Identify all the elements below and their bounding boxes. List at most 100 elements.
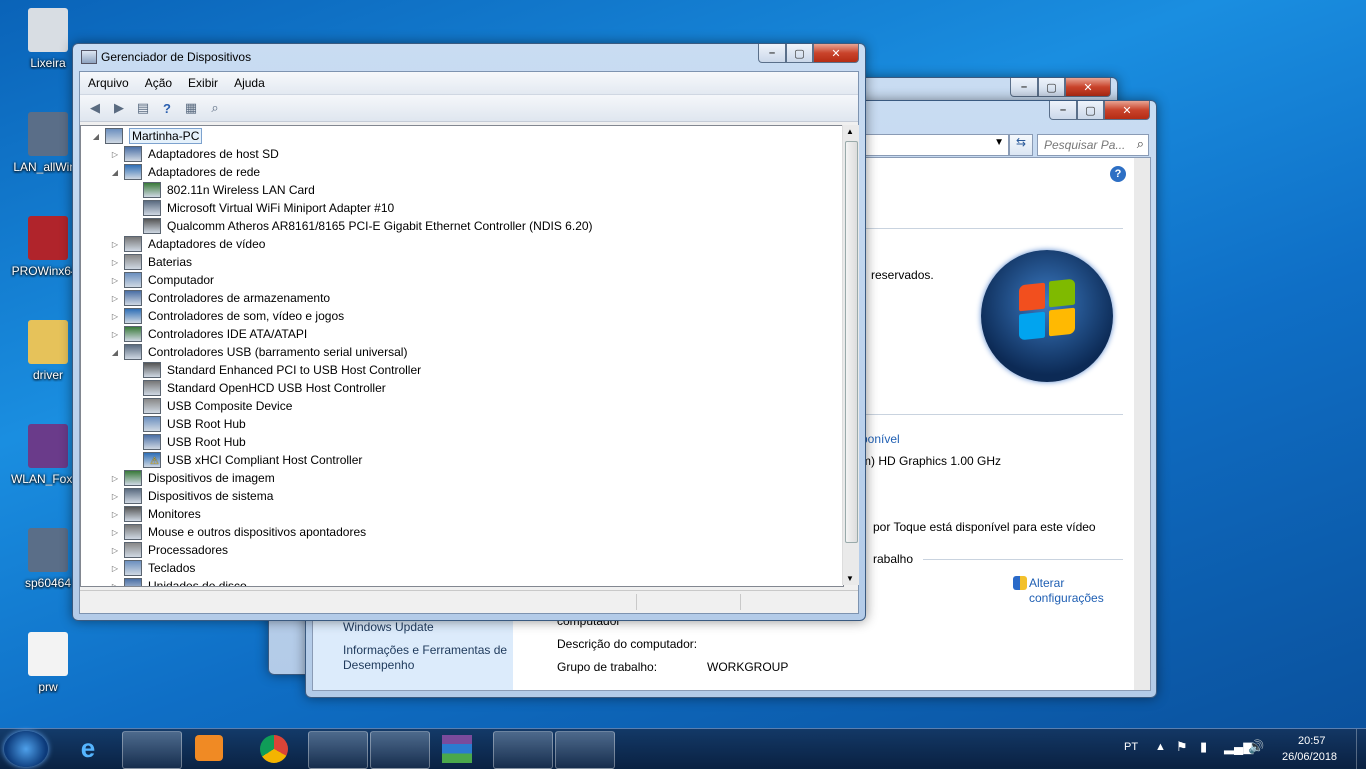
toolbox-taskbar-icon-3[interactable] [555, 731, 615, 769]
expand-arrow-icon[interactable]: ▷ [110, 312, 120, 321]
properties-icon[interactable]: ▤ [134, 100, 152, 116]
menu-arquivo[interactable]: Arquivo [80, 76, 137, 90]
device-item[interactable]: Standard Enhanced PCI to USB Host Contro… [129, 361, 421, 379]
expand-arrow-icon[interactable]: ▷ [110, 330, 120, 339]
explorer-taskbar-icon[interactable] [122, 731, 182, 769]
device-icon [143, 380, 161, 396]
show-desktop-button[interactable] [1356, 729, 1366, 769]
device-category[interactable]: ▷ Dispositivos de sistema [110, 487, 273, 505]
details-icon[interactable]: ▦ [182, 100, 200, 116]
toolbox-taskbar-icon[interactable] [370, 731, 430, 769]
back-arrow-icon[interactable]: ◀ [86, 100, 104, 116]
start-button[interactable] [4, 731, 48, 767]
device-category[interactable]: ◢ Adaptadores de rede [110, 163, 260, 181]
expand-arrow-icon[interactable]: ▷ [110, 582, 120, 587]
device-category[interactable]: ▷ Controladores de som, vídeo e jogos [110, 307, 344, 325]
minimize-button[interactable]: – [1049, 101, 1077, 120]
media-player-icon[interactable] [195, 735, 223, 761]
menu-ajuda[interactable]: Ajuda [226, 76, 273, 90]
device-manager-window[interactable]: Gerenciador de Dispositivos – ▢ ✕ Arquiv… [72, 43, 866, 621]
expand-arrow-icon[interactable]: ▷ [110, 258, 120, 267]
maximize-button[interactable]: ▢ [1038, 78, 1065, 97]
forward-arrow-icon[interactable]: ▶ [110, 100, 128, 116]
rating-link[interactable]: ponível [861, 432, 900, 446]
close-button[interactable]: ✕ [1104, 101, 1150, 120]
search-box[interactable]: Pesquisar Pa... ⌕ [1037, 134, 1149, 156]
expand-arrow-icon[interactable]: ▷ [110, 150, 120, 159]
scrollbar[interactable] [1134, 158, 1150, 690]
device-icon [124, 344, 142, 360]
close-button[interactable]: ✕ [813, 44, 859, 63]
scan-hardware-icon[interactable]: ⌕ [206, 100, 224, 116]
minimize-button[interactable]: – [758, 44, 786, 63]
internet-explorer-icon[interactable]: e [70, 733, 106, 765]
desktop-icon-prw[interactable]: prw [10, 632, 86, 694]
menu-acao[interactable]: Ação [137, 76, 180, 90]
expand-arrow-icon[interactable]: ▷ [110, 276, 120, 285]
toolbox-taskbar-icon-2[interactable] [493, 731, 553, 769]
device-category[interactable]: ▷ Adaptadores de vídeo [110, 235, 265, 253]
expand-arrow-icon[interactable]: ▷ [110, 294, 120, 303]
clock-time[interactable]: 20:57 [1298, 735, 1326, 747]
device-category[interactable]: ▷ Computador [110, 271, 214, 289]
device-category[interactable]: ▷ Mouse e outros dispositivos apontadores [110, 523, 366, 541]
device-item[interactable]: USB Root Hub [129, 433, 246, 451]
power-icon[interactable]: ▮ [1200, 739, 1207, 755]
tree-scrollbar[interactable]: ▲ ▼ [842, 125, 859, 585]
maximize-button[interactable]: ▢ [786, 44, 813, 63]
device-category[interactable]: ◢ Controladores USB (barramento serial un… [110, 343, 407, 361]
menu-exibir[interactable]: Exibir [180, 76, 226, 90]
device-category[interactable]: ▷ Teclados [110, 559, 195, 577]
device-category[interactable]: ▷ Monitores [110, 505, 201, 523]
device-category[interactable]: ▷ Processadores [110, 541, 228, 559]
expand-arrow-icon[interactable]: ▷ [110, 564, 120, 573]
device-category[interactable]: ▷ Controladores de armazenamento [110, 289, 330, 307]
volume-icon[interactable]: 🔊 [1248, 739, 1264, 755]
device-category[interactable]: ▷ Unidades de disco [110, 577, 247, 587]
maximize-button[interactable]: ▢ [1077, 101, 1104, 120]
device-category[interactable]: ▷ Controladores IDE ATA/ATAPI [110, 325, 307, 343]
address-dropdown-icon[interactable]: ▼ [994, 137, 1004, 148]
computer-root[interactable]: ◢ Martinha-PC [91, 127, 203, 145]
device-item[interactable]: 802.11n Wireless LAN Card [129, 181, 315, 199]
expand-arrow-icon[interactable]: ▷ [110, 240, 120, 249]
expand-arrow-icon[interactable]: ▷ [110, 492, 120, 501]
device-item[interactable]: Qualcomm Atheros AR8161/8165 PCI-E Gigab… [129, 217, 593, 235]
chrome-icon[interactable] [260, 735, 288, 763]
expand-arrow-icon[interactable]: ▷ [110, 474, 120, 483]
device-item[interactable]: USB Root Hub [129, 415, 246, 433]
device-category[interactable]: ▷ Baterias [110, 253, 192, 271]
language-indicator[interactable]: PT [1124, 741, 1138, 753]
collapse-arrow-icon[interactable]: ◢ [91, 132, 101, 141]
expand-arrow-icon[interactable]: ▷ [110, 546, 120, 555]
tree-item-label: Processadores [148, 543, 229, 557]
device-item[interactable]: ⚠ USB xHCI Compliant Host Controller [129, 451, 362, 469]
help-icon[interactable]: ? [1110, 166, 1126, 182]
performance-link[interactable]: Informações e Ferramentas de Desempenho [343, 643, 511, 673]
winrar-icon[interactable] [442, 735, 472, 763]
action-center-icon[interactable]: ⚑ [1176, 739, 1188, 755]
change-settings-link[interactable]: Alterar configurações [1029, 576, 1104, 606]
scroll-down-icon[interactable]: ▼ [846, 574, 854, 583]
device-category[interactable]: ▷ Adaptadores de host SD [110, 145, 279, 163]
expand-arrow-icon[interactable]: ▷ [110, 510, 120, 519]
device-item[interactable]: Microsoft Virtual WiFi Miniport Adapter … [129, 199, 394, 217]
expand-arrow-icon[interactable]: ▷ [110, 528, 120, 537]
device-item[interactable]: USB Composite Device [129, 397, 292, 415]
tray-expand-icon[interactable]: ▲ [1155, 741, 1166, 753]
scroll-up-icon[interactable]: ▲ [846, 127, 854, 136]
close-button[interactable]: ✕ [1065, 78, 1111, 97]
clock-date[interactable]: 26/06/2018 [1282, 751, 1337, 763]
windows-update-link[interactable]: Windows Update [343, 620, 434, 634]
help-icon[interactable]: ? [158, 100, 176, 116]
collapse-arrow-icon[interactable]: ◢ [110, 348, 120, 357]
scroll-thumb[interactable] [845, 141, 858, 543]
device-item[interactable]: Standard OpenHCD USB Host Controller [129, 379, 386, 397]
control-panel-taskbar-icon[interactable] [308, 731, 368, 769]
refresh-icon[interactable]: ⇆ [1009, 134, 1033, 156]
search-icon[interactable]: ⌕ [1137, 136, 1144, 152]
device-tree[interactable]: ◢ Martinha-PC ▷ Adaptadores de host SD ◢ Adap… [80, 125, 844, 587]
minimize-button[interactable]: – [1010, 78, 1038, 97]
collapse-arrow-icon[interactable]: ◢ [110, 168, 120, 177]
device-category[interactable]: ▷ Dispositivos de imagem [110, 469, 275, 487]
